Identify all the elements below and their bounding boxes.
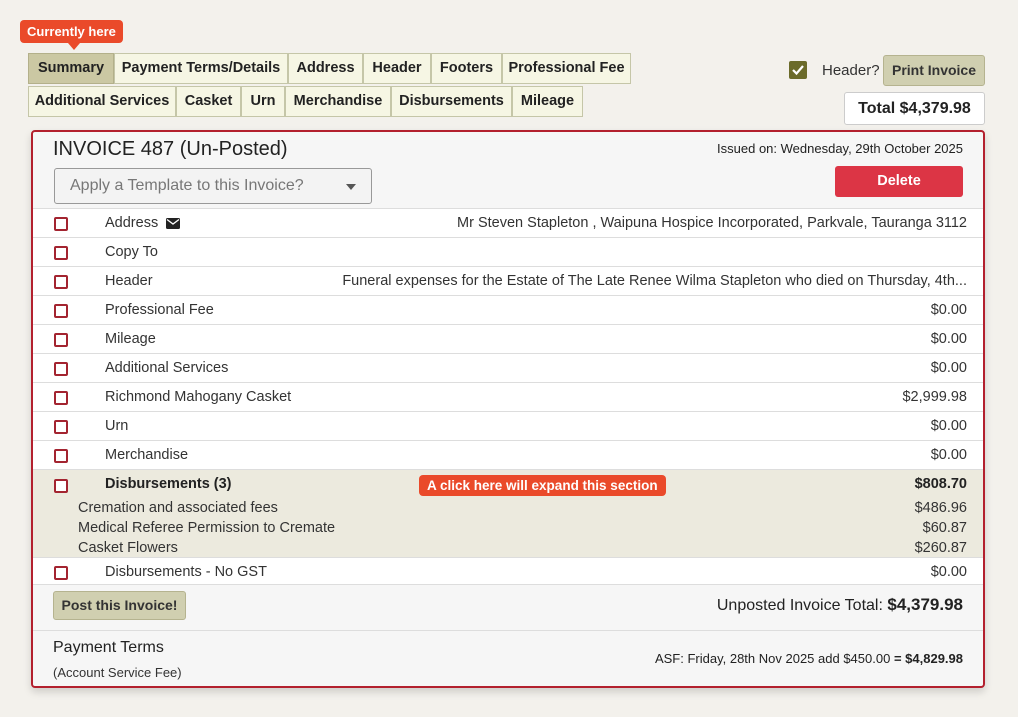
tab-mileage[interactable]: Mileage [512,86,583,117]
tab-professional-fee[interactable]: Professional Fee [502,53,631,84]
line-merchandise[interactable]: Merchandise $0.00 [33,440,983,469]
line-checkbox[interactable] [54,479,68,493]
disbursement-item-value: $486.96 [914,500,967,516]
line-value: $0.00 [930,360,967,376]
envelope-icon[interactable] [166,217,181,229]
line-value: Funeral expenses for the Estate of The L… [342,273,967,289]
unposted-total: Unposted Invoice Total: $4,379.98 [716,595,963,614]
line-copy-to[interactable]: Copy To [33,237,983,266]
tab-payment-terms[interactable]: Payment Terms/Details [114,53,288,84]
disbursement-item-label: Cremation and associated fees [78,500,278,516]
payment-terms-area: Payment Terms (Account Service Fee) ASF:… [33,630,983,686]
line-header[interactable]: Header Funeral expenses for the Estate o… [33,266,983,295]
line-disbursements-no-gst[interactable]: Disbursements - No GST $0.00 [33,557,983,586]
tab-footers[interactable]: Footers [431,53,502,84]
line-label: Merchandise [105,447,189,463]
line-additional-services[interactable]: Additional Services $0.00 [33,353,983,382]
line-label: Copy To [105,244,158,260]
tab-address[interactable]: Address [288,53,363,84]
tab-merchandise[interactable]: Merchandise [285,86,391,117]
tab-urn[interactable]: Urn [241,86,285,117]
line-label: Professional Fee [105,302,214,318]
line-value: $2,999.98 [902,389,967,405]
line-value: $0.00 [930,302,967,318]
line-urn[interactable]: Urn $0.00 [33,411,983,440]
disbursements-total: $808.70 [914,476,967,492]
template-select-placeholder: Apply a Template to this Invoice? [70,177,304,194]
line-value: $0.00 [930,564,967,580]
disbursement-item-label: Medical Referee Permission to Cremate [78,520,336,536]
disbursement-item-value: $260.87 [914,540,967,556]
line-checkbox[interactable] [54,566,68,580]
line-checkbox[interactable] [54,420,68,434]
tab-casket[interactable]: Casket [176,86,241,117]
line-label: Mileage [105,331,156,347]
line-mileage[interactable]: Mileage $0.00 [33,324,983,353]
issued-date: Issued on: Wednesday, 29th October 2025 [717,141,963,156]
line-checkbox[interactable] [54,275,68,289]
line-value: $0.00 [930,331,967,347]
disbursement-item-label: Casket Flowers [78,540,178,556]
line-value: $0.00 [930,447,967,463]
total-display: Total $4,379.98 [844,92,985,125]
line-label: Disbursements - No GST [105,564,267,580]
print-invoice-button[interactable]: Print Invoice [883,55,985,86]
post-area: Post this Invoice! Unposted Invoice Tota… [33,584,983,630]
expand-hint-callout: A click here will expand this section [419,475,666,496]
line-checkbox[interactable] [54,304,68,318]
header-toggle-label: Header? [822,62,880,79]
line-label: Urn [105,418,129,434]
tab-disbursements[interactable]: Disbursements [391,86,512,117]
caret-down-icon [346,184,356,190]
invoice-line-list: Address Mr Steven Stapleton , Waipuna Ho… [33,208,983,586]
line-value: Mr Steven Stapleton , Waipuna Hospice In… [457,215,967,231]
header-checkbox[interactable] [789,61,807,79]
asf-total: = $4,829.98 [893,651,963,666]
disbursement-item-value: $60.87 [922,520,967,536]
tab-summary[interactable]: Summary [28,53,114,84]
payment-terms-subtitle: (Account Service Fee) [53,665,182,680]
line-label: Richmond Mahogany Casket [105,389,292,405]
line-checkbox[interactable] [54,449,68,463]
tab-additional-services[interactable]: Additional Services [28,86,176,117]
line-label: Header [105,273,153,289]
line-checkbox[interactable] [54,333,68,347]
check-icon [792,65,804,76]
line-checkbox[interactable] [54,362,68,376]
line-checkbox[interactable] [54,246,68,260]
unposted-total-value: $4,379.98 [887,595,963,614]
template-select[interactable]: Apply a Template to this Invoice? [54,168,372,204]
line-address[interactable]: Address Mr Steven Stapleton , Waipuna Ho… [33,208,983,237]
invoice-panel: INVOICE 487 (Un-Posted) Issued on: Wedne… [31,130,985,688]
disbursements-section[interactable]: Disbursements (3) A click here will expa… [33,469,983,557]
line-professional-fee[interactable]: Professional Fee $0.00 [33,295,983,324]
line-label: Additional Services [105,360,229,376]
currently-here-callout: Currently here [20,20,123,50]
line-casket[interactable]: Richmond Mahogany Casket $2,999.98 [33,382,983,411]
line-checkbox[interactable] [54,391,68,405]
post-invoice-button[interactable]: Post this Invoice! [53,591,186,620]
line-value: $0.00 [930,418,967,434]
disbursements-label: Disbursements (3) [105,476,232,492]
tab-header[interactable]: Header [363,53,431,84]
invoice-title: INVOICE 487 (Un-Posted) [53,138,288,160]
line-label: Address [105,215,181,231]
delete-button[interactable]: Delete [835,166,963,197]
payment-terms-title: Payment Terms [53,639,164,656]
line-checkbox[interactable] [54,217,68,231]
asf-summary: ASF: Friday, 28th Nov 2025 add $450.00 =… [654,651,963,666]
